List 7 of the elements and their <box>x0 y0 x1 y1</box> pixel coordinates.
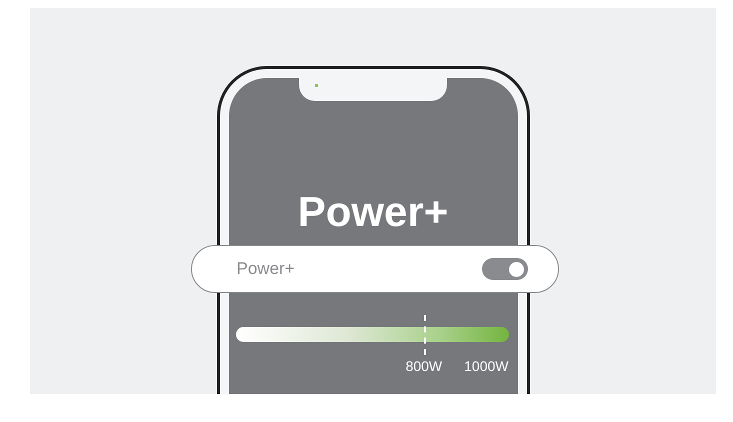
toggle-thumb <box>508 262 524 276</box>
threshold-label: 800W <box>406 357 442 376</box>
max-label: 1000W <box>464 357 508 376</box>
screen-title: Power+ <box>296 187 450 237</box>
toggle-switch[interactable] <box>482 258 528 280</box>
camera-icon <box>314 84 318 87</box>
setting-label: Power+ <box>236 258 295 280</box>
